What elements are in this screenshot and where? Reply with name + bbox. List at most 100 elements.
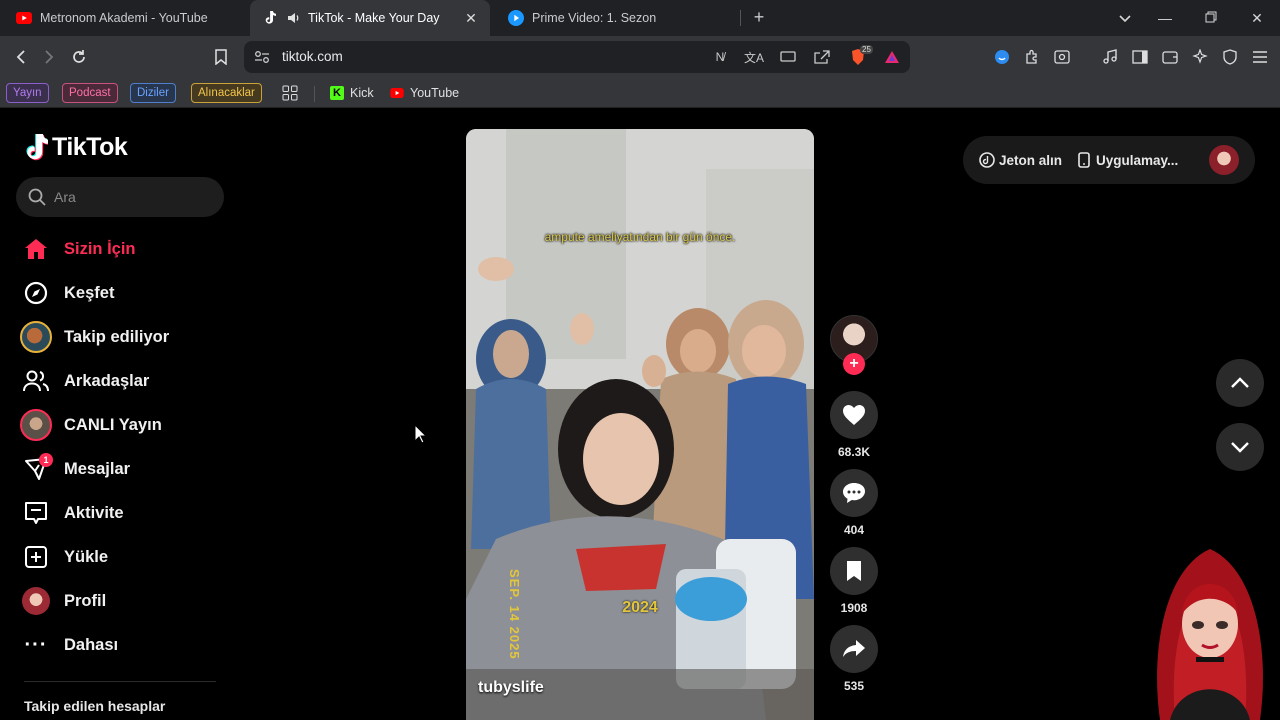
heart-icon [843,405,865,425]
nav-friends[interactable]: Arkadaşlar [18,361,228,401]
bookmark-youtube[interactable]: YouTube [390,84,459,102]
chevron-up-icon [1231,377,1249,388]
friends-icon [18,363,54,399]
shields-count-badge: 25 [860,45,873,54]
nav-more[interactable]: ··· Dahası [18,625,228,665]
share-arrow-icon [843,640,865,657]
tab-separator [740,10,741,26]
url-text: tiktok.com [282,49,343,64]
address-bar[interactable]: tiktok.com N̸ 文A 25 [244,41,910,73]
bookmark-kick[interactable]: K Kick [330,84,374,102]
video-caption-overlay: ampute ameliyatından bir gün önce. [544,230,736,244]
sidebar-divider [24,681,216,682]
save-button[interactable] [830,547,878,595]
extensions-puzzle-icon[interactable] [1022,47,1042,67]
get-coins-button[interactable]: Jeton alın [979,152,1062,168]
nav-upload[interactable]: Yükle [18,537,228,577]
nav-label: Yükle [64,547,109,566]
close-tab-icon[interactable]: ✕ [462,9,480,27]
messages-icon: 1 [18,451,54,487]
new-tab-button[interactable]: + [748,6,770,28]
tiktok-logo[interactable]: TikTok [24,133,128,162]
phone-icon [1078,152,1090,168]
coin-icon [979,152,995,168]
search-input[interactable] [54,189,214,205]
minimize-icon[interactable]: — [1154,6,1176,30]
bookmark-icon[interactable] [210,46,232,68]
bookmark-label: YouTube [410,86,460,100]
tab-prime-video[interactable]: Prime Video: 1. Sezon [496,0,740,36]
audio-playing-icon[interactable] [286,10,302,26]
messages-badge: 1 [39,453,53,467]
bookmark-divider [314,86,315,102]
comment-button[interactable] [830,469,878,517]
nav-label: CANLI Yayın [64,415,162,434]
video-author[interactable]: tubyslife [478,679,544,697]
forward-arrow-icon[interactable] [38,46,60,68]
brave-rewards-icon[interactable] [882,47,902,67]
reload-icon[interactable] [68,46,90,68]
apps-grid-icon[interactable] [282,84,298,102]
translate-icon[interactable]: 文A [744,47,764,67]
coins-label: Jeton alın [999,152,1063,168]
video-player[interactable]: ampute ameliyatından bir gün önce. 2024 … [466,129,814,720]
bookmarks-bar: Yayın Podcast Diziler Alınacaklar K Kick… [0,78,1280,108]
like-button[interactable] [830,391,878,439]
wallet-icon[interactable] [1160,47,1180,67]
tab-title: TikTok - Make Your Day [308,11,440,25]
tab-tiktok[interactable]: TikTok - Make Your Day ✕ [250,0,490,36]
app-label: Uygulamay... [1096,152,1179,168]
activity-icon [18,495,54,531]
comment-count: 404 [843,523,865,537]
youtube-icon [16,10,32,26]
tab-youtube[interactable]: Metronom Akademi - YouTube [4,0,248,36]
more-icon: ··· [24,633,48,656]
bookmark-podcast[interactable]: Podcast [62,83,118,103]
nav-label: Sizin İçin [64,239,136,258]
cast-icon[interactable] [778,47,798,67]
get-app-button[interactable]: Uygulamay... [1078,152,1178,168]
share-count: 535 [843,679,865,693]
nav-label: Takip ediliyor [64,327,170,346]
nav-label: Aktivite [64,503,124,522]
logo-text: TikTok [52,133,128,161]
nav-profile[interactable]: Profil [18,581,228,621]
vpn-shield-icon[interactable] [1220,47,1240,67]
next-video-button[interactable] [1216,423,1264,471]
bookmark-yayin[interactable]: Yayın [6,83,49,103]
sidebar-icon[interactable] [1130,47,1150,67]
tab-list-chevron-icon[interactable] [1114,6,1136,30]
tiktok-page: TikTok Sizin İçin Keşfet Takip ediliyor … [0,109,1280,720]
site-settings-icon[interactable] [252,47,272,67]
share-button[interactable] [830,625,878,673]
media-controls-icon[interactable] [1100,47,1120,67]
nav-live[interactable]: CANLI Yayın [18,405,228,445]
bookmark-label: Kick [350,86,374,100]
nav-explore[interactable]: Keşfet [18,273,228,313]
back-arrow-icon[interactable] [10,46,32,68]
kick-icon: K [330,86,344,100]
extension-blue-icon[interactable] [992,47,1012,67]
reader-mode-icon[interactable]: N̸ [710,47,730,67]
nav-label: Arkadaşlar [64,371,150,390]
screenshot-icon[interactable] [1052,47,1072,67]
video-date-overlay: SEP. 14 2025 [507,569,522,660]
search-box[interactable] [16,177,224,217]
tab-title: Prime Video: 1. Sezon [532,11,657,25]
tiktok-icon [262,10,278,26]
close-window-icon[interactable]: ✕ [1246,6,1268,30]
restore-icon[interactable] [1200,6,1222,30]
leo-ai-icon[interactable] [1190,47,1210,67]
menu-hamburger-icon[interactable] [1250,47,1270,67]
nav-messages[interactable]: 1 Mesajlar [18,449,228,489]
nav-activity[interactable]: Aktivite [18,493,228,533]
user-avatar[interactable] [1209,145,1239,175]
follow-plus-icon[interactable]: + [843,353,865,375]
previous-video-button[interactable] [1216,359,1264,407]
nav-following[interactable]: Takip ediliyor [18,317,228,357]
bookmark-diziler[interactable]: Diziler [130,83,176,103]
bookmark-alinacaklar[interactable]: Alınacaklar [191,83,262,103]
nav-for-you[interactable]: Sizin İçin [18,229,228,269]
share-icon[interactable] [812,47,832,67]
followed-accounts-heading: Takip edilen hesaplar [24,698,166,714]
